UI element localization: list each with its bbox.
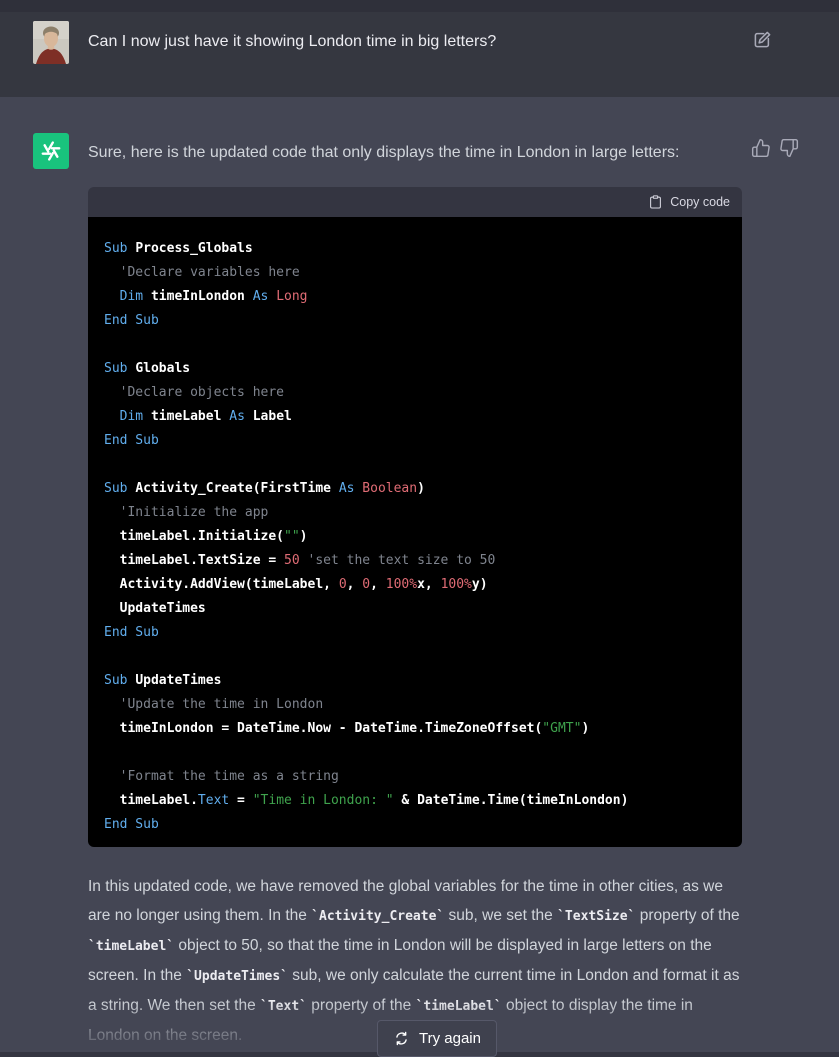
edit-icon (751, 29, 773, 51)
thumbs-up-icon (751, 138, 771, 158)
assistant-message-row: Sure, here is the updated code that only… (0, 97, 839, 1052)
try-again-label: Try again (419, 1030, 481, 1047)
thumbs-down-icon (779, 138, 799, 158)
assistant-intro-text: Sure, here is the updated code that only… (88, 141, 708, 165)
user-avatar-photo (33, 21, 69, 64)
avatar (33, 21, 69, 64)
code-block: Copy code Sub Process_Globals 'Declare v… (88, 187, 742, 847)
copy-code-label: Copy code (670, 195, 730, 209)
user-message-text: Can I now just have it showing London ti… (88, 30, 708, 54)
user-message-row: Can I now just have it showing London ti… (0, 12, 839, 97)
thumbs-up-button[interactable] (751, 138, 773, 160)
code-content[interactable]: Sub Process_Globals 'Declare variables h… (88, 217, 742, 847)
try-again-button[interactable]: Try again (377, 1020, 497, 1057)
thumbs-down-button[interactable] (779, 138, 801, 160)
copy-code-button[interactable]: Copy code (648, 194, 730, 210)
edit-message-button[interactable] (751, 29, 773, 51)
assistant-avatar (33, 133, 69, 169)
clipboard-icon (648, 194, 663, 210)
refresh-icon (393, 1030, 410, 1047)
openai-logo-icon (39, 139, 63, 163)
code-block-header: Copy code (88, 187, 742, 217)
